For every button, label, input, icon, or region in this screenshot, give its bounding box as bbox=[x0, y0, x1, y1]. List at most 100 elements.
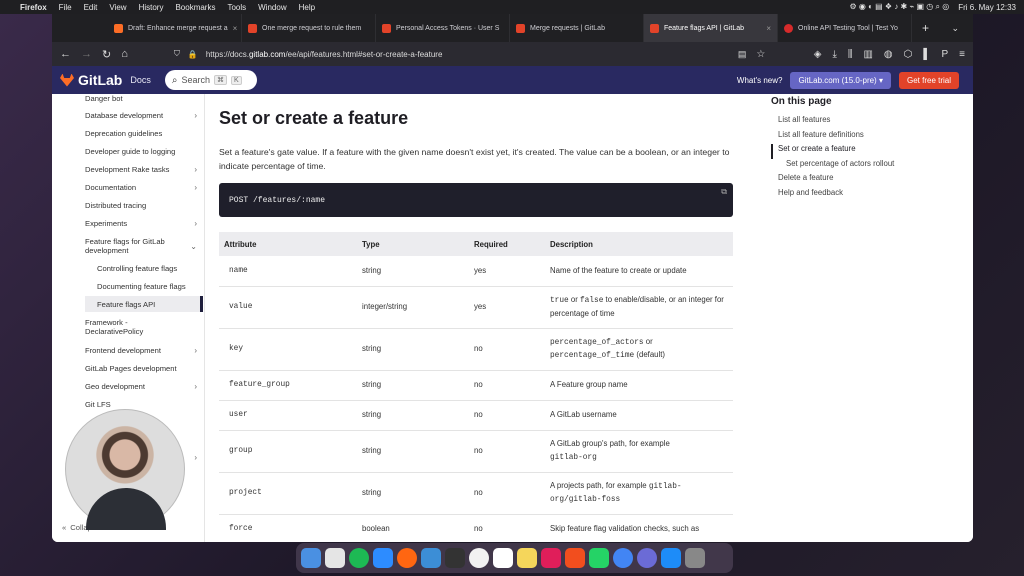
close-icon[interactable]: × bbox=[766, 24, 771, 33]
stats-icon[interactable]: ▌ bbox=[923, 49, 930, 60]
tab-feature-flags-api[interactable]: Feature flags API | GitLab × bbox=[644, 14, 778, 42]
sidebar-item-rake[interactable]: Development Rake tasks › bbox=[85, 165, 203, 174]
reload-icon[interactable]: ↻ bbox=[102, 48, 111, 61]
sidebar-item-database[interactable]: Database development › bbox=[85, 111, 203, 120]
free-trial-button[interactable]: Get free trial bbox=[898, 71, 959, 89]
sidebar-item-deprecation[interactable]: Deprecation guidelines bbox=[85, 129, 203, 138]
chevron-right-icon[interactable]: › bbox=[194, 346, 197, 355]
sidebar-item-feature-flags-api[interactable]: Feature flags API bbox=[85, 296, 203, 312]
copy-icon[interactable]: ⧉ bbox=[721, 188, 727, 197]
url-bar[interactable]: ⛉ 🔒 https://docs.gitlab.com/ee/api/featu… bbox=[168, 46, 728, 63]
app-store-icon[interactable] bbox=[661, 548, 681, 568]
trash-icon[interactable] bbox=[685, 548, 705, 568]
menu-edit[interactable]: Edit bbox=[84, 3, 98, 12]
tab-one-mr[interactable]: One merge request to rule them bbox=[242, 14, 376, 42]
menu-bookmarks[interactable]: Bookmarks bbox=[175, 3, 215, 12]
sidebar-item-pages[interactable]: GitLab Pages development bbox=[85, 364, 203, 373]
pocket-icon[interactable]: ◈ bbox=[814, 49, 822, 60]
vscode-icon[interactable] bbox=[421, 548, 441, 568]
chevron-down-icon[interactable]: ⌄ bbox=[190, 242, 197, 251]
profile-icon[interactable]: P bbox=[941, 49, 948, 60]
status-icons[interactable]: ⚙ ◉ ◐ ▤ ❖ ♪ ✱ ⌁ ▣ ◷ ⌕ ◎ bbox=[850, 2, 950, 12]
tab-draft-mr[interactable]: Draft: Enhance merge request a × bbox=[108, 14, 242, 42]
menu-window[interactable]: Window bbox=[258, 3, 286, 12]
sidebar-item-controlling-flags[interactable]: Controlling feature flags bbox=[97, 264, 203, 273]
shield-icon[interactable]: ⛉ bbox=[174, 49, 180, 59]
sidebar-item-git-lfs[interactable]: Git LFS bbox=[85, 400, 203, 409]
code-percentage-actors: percentage_of_actors bbox=[550, 338, 644, 347]
toc-item-list-features[interactable]: List all features bbox=[771, 115, 971, 130]
settings-icon[interactable] bbox=[637, 548, 657, 568]
menu-help[interactable]: Help bbox=[299, 3, 315, 12]
tab-access-tokens[interactable]: Personal Access Tokens · User S bbox=[376, 14, 510, 42]
account-icon[interactable]: ◍ bbox=[884, 49, 893, 60]
slack-icon[interactable] bbox=[541, 548, 561, 568]
tab-merge-requests[interactable]: Merge requests | GitLab bbox=[510, 14, 644, 42]
chrome-canary-icon[interactable] bbox=[325, 548, 345, 568]
1password-icon[interactable] bbox=[469, 548, 489, 568]
extension-icon[interactable]: ⬡ bbox=[904, 49, 913, 60]
page-title: Set or create a feature bbox=[219, 108, 409, 128]
menu-file[interactable]: File bbox=[59, 3, 72, 12]
sidebar-item-documenting-flags[interactable]: Documenting feature flags bbox=[97, 282, 203, 291]
menu-icon[interactable]: ≡ bbox=[959, 49, 965, 60]
version-dropdown[interactable]: GitLab.com (15.0-pre) ▾ bbox=[790, 71, 891, 89]
sidebar-item-tracing[interactable]: Distributed tracing bbox=[85, 201, 203, 210]
whatsapp-icon[interactable] bbox=[589, 548, 609, 568]
chevron-right-icon[interactable]: › bbox=[194, 382, 197, 391]
gitlab-logo[interactable]: GitLab bbox=[60, 72, 122, 88]
forward-icon[interactable]: → bbox=[81, 48, 92, 60]
search-input[interactable]: ⌕ Search ⌘ K bbox=[164, 70, 257, 90]
chrome-icon[interactable] bbox=[613, 548, 633, 568]
zoom-icon[interactable] bbox=[373, 548, 393, 568]
desc-text: (default) bbox=[634, 350, 666, 359]
lock-icon[interactable]: 🔒 bbox=[188, 50, 198, 59]
clock[interactable]: Fri 6. May 12:33 bbox=[958, 3, 1016, 12]
new-tab-icon[interactable]: + bbox=[922, 21, 929, 35]
library-icon[interactable]: ⫼ bbox=[848, 49, 853, 60]
figma-icon[interactable] bbox=[565, 548, 585, 568]
notion-icon[interactable] bbox=[493, 548, 513, 568]
toc-item-percentage-actors[interactable]: Set percentage of actors rollout bbox=[771, 159, 971, 174]
sidebar-item-framework[interactable]: Framework - DeclarativePolicy bbox=[85, 318, 165, 336]
firefox-icon[interactable] bbox=[397, 548, 417, 568]
menu-view[interactable]: View bbox=[109, 3, 126, 12]
downloads-icon[interactable]: ⤓ bbox=[832, 49, 836, 60]
menu-history[interactable]: History bbox=[139, 3, 164, 12]
toc-item-set-create[interactable]: Set or create a feature bbox=[771, 144, 971, 159]
terminal-icon[interactable] bbox=[445, 548, 465, 568]
close-icon[interactable]: × bbox=[233, 24, 238, 33]
home-icon[interactable]: ⌂ bbox=[121, 48, 128, 60]
tab-api-testing[interactable]: Online API Testing Tool | Test Yo bbox=[778, 14, 912, 42]
chevron-right-icon[interactable]: › bbox=[194, 165, 197, 174]
chevron-right-icon[interactable]: › bbox=[194, 453, 197, 462]
whats-new-link[interactable]: What's new? bbox=[737, 76, 783, 85]
sidebar-item-geo[interactable]: Geo development › bbox=[85, 382, 203, 391]
toc-item-delete[interactable]: Delete a feature bbox=[771, 173, 971, 188]
sidebar-item-feature-flags[interactable]: Feature flags for GitLab development ⌄ bbox=[85, 237, 197, 255]
gitlab-favicon-icon bbox=[248, 23, 257, 33]
sidebar-item-experiments[interactable]: Experiments › bbox=[85, 219, 203, 228]
finder-icon[interactable] bbox=[301, 548, 321, 568]
toc-item-list-definitions[interactable]: List all feature definitions bbox=[771, 130, 971, 145]
sidebar-item-frontend[interactable]: Frontend development › bbox=[85, 346, 203, 355]
menu-app-name[interactable]: Firefox bbox=[20, 3, 47, 12]
reader-view-icon[interactable]: ▤ bbox=[738, 49, 747, 60]
menu-tools[interactable]: Tools bbox=[227, 3, 246, 12]
bookmark-star-icon[interactable]: ☆ bbox=[756, 49, 765, 60]
chevron-right-icon[interactable]: › bbox=[194, 111, 197, 120]
sidebar-item-documentation[interactable]: Documentation › bbox=[85, 183, 203, 192]
notes-icon[interactable] bbox=[517, 548, 537, 568]
back-icon[interactable]: ← bbox=[60, 48, 71, 60]
spotify-icon[interactable] bbox=[349, 548, 369, 568]
chevron-right-icon[interactable]: › bbox=[194, 183, 197, 192]
sidebar-item-logging[interactable]: Developer guide to logging bbox=[85, 147, 203, 156]
chevron-right-icon[interactable]: › bbox=[194, 219, 197, 228]
tab-list-chevron-icon[interactable]: ⌄ bbox=[951, 23, 959, 34]
cell-type: string bbox=[357, 400, 469, 431]
cell-required: no bbox=[469, 514, 545, 542]
sidebar-item-danger-bot[interactable]: Danger bot bbox=[85, 94, 203, 103]
docs-label[interactable]: Docs bbox=[130, 75, 151, 85]
sidebar-icon[interactable]: ▥ bbox=[863, 49, 872, 60]
toc-item-help[interactable]: Help and feedback bbox=[771, 188, 971, 203]
